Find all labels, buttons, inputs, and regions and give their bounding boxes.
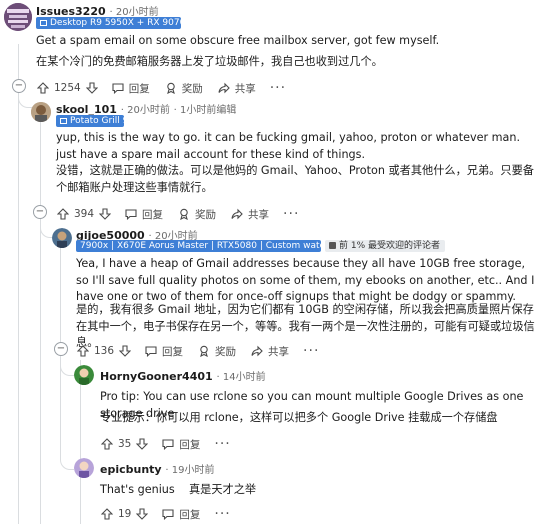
arrow-up-icon[interactable] <box>76 344 90 358</box>
comment-actions: 35 回复 ··· <box>100 436 231 452</box>
arrow-up-icon[interactable] <box>100 437 114 451</box>
share-icon <box>230 207 244 221</box>
reply-button[interactable]: 回复 <box>144 344 183 359</box>
top-commenter-badge: 前 1% 最受欢迎的评论者 <box>325 240 445 252</box>
arrow-down-icon[interactable] <box>98 207 112 221</box>
share-icon <box>217 81 231 95</box>
collapse-icon[interactable]: − <box>12 79 26 93</box>
speech-bubble-icon <box>144 344 158 358</box>
speech-bubble-icon <box>161 507 175 521</box>
timestamp: 20小时前 <box>127 105 170 116</box>
monitor-icon <box>60 117 67 124</box>
username[interactable]: epicbunty <box>100 463 162 476</box>
award-button[interactable]: 奖励 <box>177 207 216 222</box>
arrow-down-icon[interactable] <box>135 507 149 521</box>
comment-text-en: yup, this is the way to go. it can be fu… <box>56 131 521 161</box>
reply-button[interactable]: 回复 <box>161 507 200 522</box>
comment-actions: 136 回复 奖励 共享 ··· <box>76 343 319 359</box>
speech-bubble-icon <box>124 207 138 221</box>
collapse-icon[interactable]: − <box>54 342 68 356</box>
avatar[interactable] <box>4 3 32 31</box>
timestamp: 14小时前 <box>222 372 266 383</box>
share-button[interactable]: 共享 <box>250 344 289 359</box>
thread-curve <box>60 352 74 470</box>
arrow-up-icon[interactable] <box>56 207 70 221</box>
award-button[interactable]: 奖励 <box>164 81 203 96</box>
arrow-up-icon[interactable] <box>36 81 50 95</box>
vote-count: 394 <box>74 208 95 220</box>
share-button[interactable]: 共享 <box>217 81 256 96</box>
reply-button[interactable]: 回复 <box>161 437 200 452</box>
thread-curve <box>40 218 52 238</box>
comment-actions: 19 回复 ··· <box>100 506 231 522</box>
thread-line-level1 <box>40 122 41 524</box>
award-icon <box>164 81 178 95</box>
comment-text-en: Yea, I have a heap of Gmail addresses be… <box>76 257 535 303</box>
comment-text-zh: 在某个冷门的免费邮箱服务器上发了垃圾邮件，我自己也收到过几个。 <box>36 55 383 68</box>
trophy-icon <box>329 242 336 249</box>
avatar[interactable] <box>31 102 51 122</box>
vote-count: 35 <box>118 438 132 450</box>
share-button[interactable]: 共享 <box>230 207 269 222</box>
user-flair: Potato Grill 9000 <box>56 115 146 127</box>
arrow-down-icon[interactable] <box>135 437 149 451</box>
username[interactable]: HornyGooner4401 <box>100 370 213 383</box>
arrow-down-icon[interactable] <box>118 344 132 358</box>
avatar[interactable] <box>74 365 94 385</box>
timestamp: 19小时前 <box>171 465 215 476</box>
avatar[interactable] <box>74 458 94 478</box>
comment-text-zh: 真是天才之举 <box>188 483 257 496</box>
arrow-down-icon[interactable] <box>85 81 99 95</box>
more-icon[interactable]: ··· <box>283 206 299 222</box>
comment-text-en: That's genius <box>100 483 175 496</box>
more-icon[interactable]: ··· <box>303 343 319 359</box>
award-icon <box>197 344 211 358</box>
vote-count: 19 <box>118 508 132 520</box>
thread-line-root <box>18 44 19 524</box>
monitor-icon <box>40 19 47 26</box>
arrow-up-icon[interactable] <box>100 507 114 521</box>
award-button[interactable]: 奖励 <box>197 344 236 359</box>
comment-actions: 394 回复 奖励 共享 ··· <box>56 206 299 222</box>
award-icon <box>177 207 191 221</box>
speech-bubble-icon <box>161 437 175 451</box>
collapse-icon[interactable]: − <box>33 205 47 219</box>
user-flair: Desktop R9 5950X + RX 9070 XT <box>36 17 200 29</box>
more-icon[interactable]: ··· <box>214 506 230 522</box>
vote-count: 1254 <box>54 82 81 94</box>
vote-count: 136 <box>94 345 115 357</box>
edited-label: 1小时前编辑 <box>180 105 237 116</box>
reply-button[interactable]: 回复 <box>111 81 150 96</box>
more-icon[interactable]: ··· <box>214 436 230 452</box>
thread-line-level2 <box>60 246 61 348</box>
reply-button[interactable]: 回复 <box>124 207 163 222</box>
avatar[interactable] <box>52 228 72 248</box>
user-flair: 7900x | X670E Aorus Master | RTX5080 | C… <box>76 240 361 252</box>
comment-text-zh: 专业提示：你可以用 rclone，这样可以把多个 Google Drive 挂载… <box>100 411 498 424</box>
comment-actions: 1254 回复 奖励 共享 ··· <box>36 80 286 96</box>
comment-text-zh: 没错，这就是正确的做法。可以是他妈的 Gmail、Yahoo、Proton 或者… <box>56 164 534 194</box>
share-icon <box>250 344 264 358</box>
more-icon[interactable]: ··· <box>270 80 286 96</box>
speech-bubble-icon <box>111 81 125 95</box>
comment-text-en: Get a spam email on some obscure free ma… <box>36 34 440 47</box>
